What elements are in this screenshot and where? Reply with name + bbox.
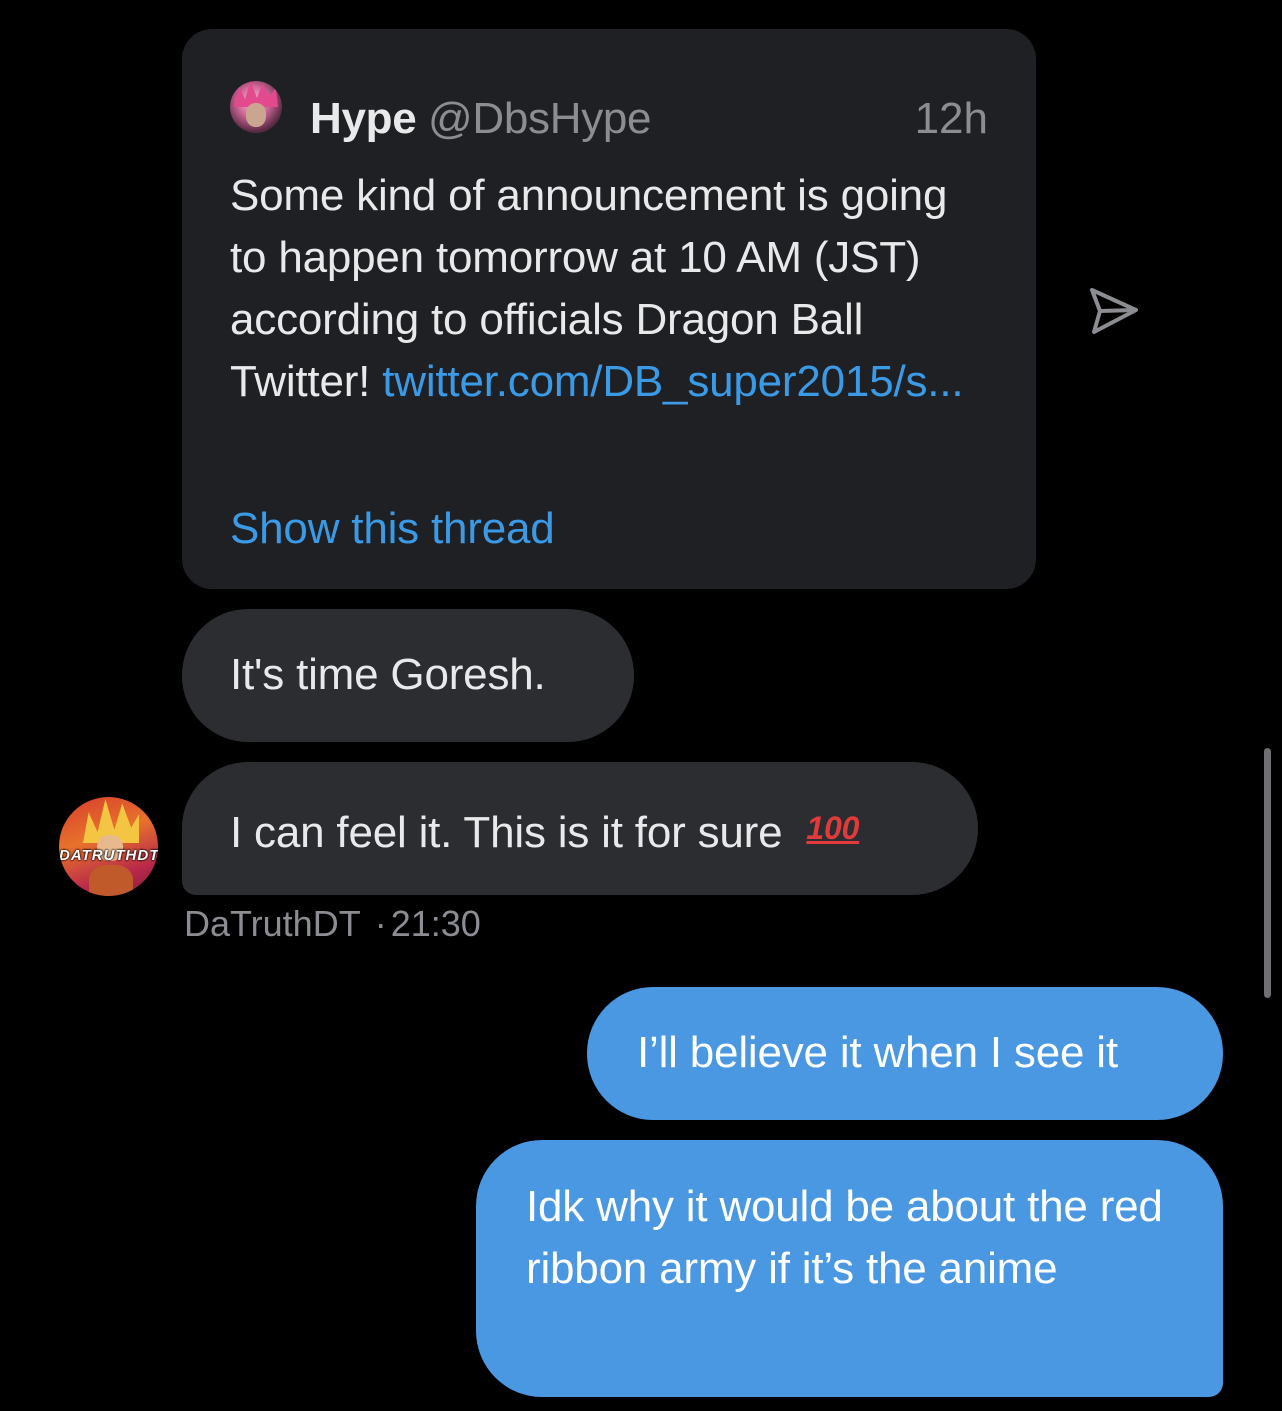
- avatar-body-shape: [89, 865, 133, 896]
- meta-separator: ·: [374, 903, 387, 944]
- quoted-tweet-card[interactable]: Hype @DbsHype 12h Some kind of announcem…: [182, 29, 1036, 589]
- message-bubble-outgoing[interactable]: I’ll believe it when I see it: [587, 987, 1223, 1120]
- quoted-tweet-header: Hype @DbsHype 12h: [230, 71, 988, 141]
- quoted-tweet-author-handle: @DbsHype: [428, 94, 652, 143]
- quoted-tweet-author-name: Hype: [310, 94, 417, 143]
- avatar-face-shape: [246, 103, 266, 127]
- send-arrow-icon[interactable]: [1086, 286, 1140, 336]
- scrollbar-thumb[interactable]: [1264, 748, 1271, 998]
- message-meta: DaTruthDT · 21:30: [184, 902, 481, 946]
- quoted-tweet-text: Some kind of announcement is going to ha…: [230, 165, 990, 413]
- message-text: I can feel it. This is it for sure: [230, 808, 795, 857]
- sender-avatar[interactable]: DATRUTHDT: [59, 797, 158, 896]
- sender-name[interactable]: DaTruthDT: [184, 903, 361, 944]
- hundred-points-emoji-icon: 100: [806, 810, 860, 846]
- message-text: It's time Goresh.: [230, 650, 546, 699]
- avatar-logo-text: DATRUTHDT: [59, 847, 158, 864]
- message-bubble-incoming[interactable]: It's time Goresh.: [182, 609, 634, 742]
- show-thread-link[interactable]: Show this thread: [230, 499, 555, 559]
- quoted-tweet-link[interactable]: twitter.com/DB_super2015/s...: [382, 357, 963, 406]
- message-bubble-outgoing[interactable]: Idk why it would be about the red ribbon…: [476, 1140, 1223, 1397]
- message-text: I’ll believe it when I see it: [637, 1028, 1118, 1077]
- message-timestamp: 21:30: [390, 903, 481, 944]
- quoted-tweet-timestamp: 12h: [914, 94, 988, 143]
- quoted-tweet-avatar[interactable]: [230, 81, 282, 133]
- message-text: Idk why it would be about the red ribbon…: [526, 1182, 1163, 1293]
- message-bubble-incoming[interactable]: I can feel it. This is it for sure 100: [182, 762, 978, 895]
